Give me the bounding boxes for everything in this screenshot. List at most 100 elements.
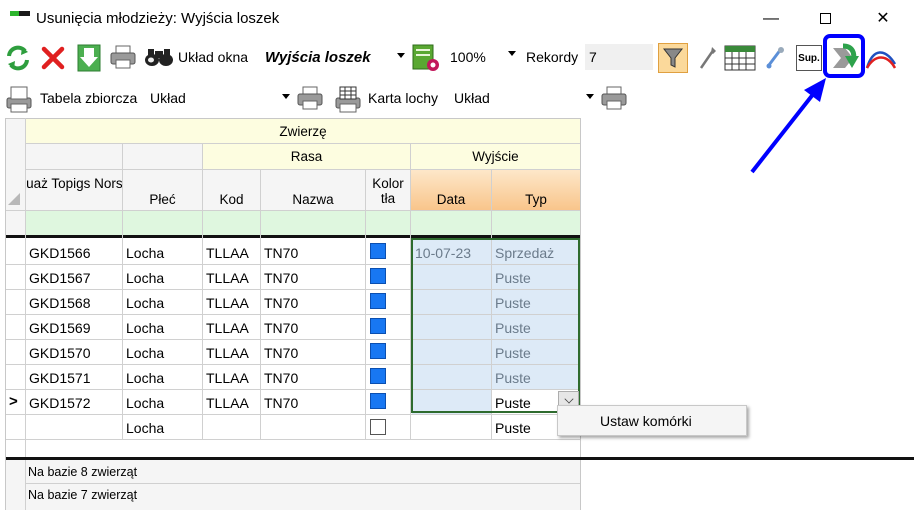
cell-kod[interactable]: TLLAA	[203, 265, 260, 290]
karta-lochy-value: Układ	[454, 90, 490, 106]
tabela-zbiorcza-select[interactable]: Układ	[146, 85, 294, 111]
cell-color-swatch[interactable]	[370, 268, 386, 284]
sup-button[interactable]: Sup.	[796, 45, 822, 71]
cell-kod[interactable]: TLLAA	[203, 390, 260, 415]
cell-nazwa[interactable]: TN70	[261, 340, 365, 365]
footer-summary-1: Na bazie 8 zwierząt	[28, 465, 138, 479]
context-menu-item-label: Ustaw komórki	[600, 412, 692, 429]
context-menu-ustaw-komorki[interactable]: Ustaw komórki	[557, 405, 747, 436]
column-header-plec[interactable]: Płeć	[123, 170, 202, 210]
cell-kod[interactable]: TLLAA	[203, 290, 260, 315]
cell-plec[interactable]: Locha	[123, 290, 202, 315]
title-bar: Usunięcia młodzieży: Wyjścia loszek — ✕	[0, 0, 915, 38]
new-row-plec[interactable]: Locha	[123, 415, 202, 440]
cell-nazwa[interactable]: TN70	[261, 240, 365, 265]
cell-plec[interactable]: Locha	[123, 365, 202, 390]
cell-tatuaz[interactable]: GKD1568	[26, 290, 122, 315]
printer-icon[interactable]	[297, 86, 323, 110]
minimize-button[interactable]: —	[748, 0, 794, 38]
chevron-down-icon	[586, 94, 594, 99]
cell-tatuaz[interactable]: GKD1566	[26, 240, 122, 265]
rekordy-value: 7	[589, 49, 597, 65]
maximize-icon	[819, 13, 831, 25]
app-icon	[10, 11, 30, 16]
chevron-down-icon	[508, 51, 516, 56]
cell-nazwa[interactable]: TN70	[261, 365, 365, 390]
refresh-icon[interactable]	[5, 45, 31, 71]
footer-summary-2: Na bazie 7 zwierząt	[28, 488, 138, 502]
chevron-down-icon	[282, 94, 290, 99]
rekordy-field: 7	[585, 44, 653, 70]
uklad-okna-label: Układ okna	[178, 49, 249, 65]
subgroup-header-rasa: Rasa	[203, 144, 410, 169]
cell-nazwa[interactable]: TN70	[261, 265, 365, 290]
current-row-marker: >	[9, 393, 18, 410]
delete-icon[interactable]	[40, 45, 66, 71]
zoom-select[interactable]: 100%	[446, 44, 520, 70]
selection-frame	[411, 238, 580, 413]
cell-nazwa[interactable]: TN70	[261, 315, 365, 340]
cell-kod[interactable]: TLLAA	[203, 315, 260, 340]
row-header-corner	[6, 119, 25, 237]
chevron-down-icon	[397, 53, 405, 58]
cell-color-swatch[interactable]	[370, 368, 386, 384]
printer-icon[interactable]	[601, 86, 627, 110]
karta-lochy-label: Karta lochy	[368, 90, 439, 106]
subgroup-header-wyjscie: Wyjście	[411, 144, 580, 169]
group-header-zwierze: Zwierzę	[26, 119, 580, 143]
printer-icon[interactable]	[110, 45, 136, 69]
calendar-icon[interactable]	[724, 45, 756, 71]
cell-color-swatch[interactable]	[370, 343, 386, 359]
cell-tatuaz[interactable]: GKD1571	[26, 365, 122, 390]
sort-corner-icon	[8, 193, 20, 205]
column-header-kolor[interactable]: Kolor tła	[366, 170, 410, 210]
rekordy-label: Rekordy	[526, 49, 579, 65]
curve-chart-icon[interactable]	[865, 46, 897, 72]
summary-table-print-icon[interactable]	[4, 84, 34, 114]
column-header-nazwa[interactable]: Nazwa	[261, 170, 365, 210]
cell-color-swatch[interactable]	[370, 393, 386, 409]
cell-tatuaz[interactable]: GKD1569	[26, 315, 122, 340]
column-header-kod[interactable]: Kod	[203, 170, 260, 210]
filter-icon	[662, 48, 684, 68]
cell-nazwa[interactable]: TN70	[261, 290, 365, 315]
new-row-color-checkbox[interactable]	[370, 419, 386, 435]
cell-tatuaz[interactable]: GKD1572	[26, 390, 122, 415]
cell-kod[interactable]: TLLAA	[203, 240, 260, 265]
cell-tatuaz[interactable]: GKD1570	[26, 340, 122, 365]
uklad-okna-select[interactable]: Wyjścia loszek	[261, 44, 409, 70]
close-button[interactable]: ✕	[860, 0, 906, 38]
karta-lochy-select[interactable]: Układ	[450, 85, 598, 111]
filter-button[interactable]	[658, 43, 688, 73]
column-header-data[interactable]: Data	[411, 170, 491, 210]
cell-color-swatch[interactable]	[370, 243, 386, 259]
binoculars-icon[interactable]	[144, 47, 174, 67]
column-header-typ[interactable]: Typ	[492, 170, 580, 210]
tabela-zbiorcza-value: Układ	[150, 90, 186, 106]
cell-plec[interactable]: Locha	[123, 340, 202, 365]
column-header-tatuaz[interactable]: Tatuaż Topigs Norsvin	[26, 170, 122, 210]
sup-label: Sup.	[798, 52, 820, 64]
filter-row[interactable]	[26, 211, 580, 235]
cell-kod[interactable]: TLLAA	[203, 340, 260, 365]
cell-plec[interactable]: Locha	[123, 390, 202, 415]
sow-card-print-icon[interactable]	[333, 84, 363, 114]
wrench-icon[interactable]	[697, 45, 719, 71]
cell-nazwa[interactable]: TN70	[261, 390, 365, 415]
cell-plec[interactable]: Locha	[123, 315, 202, 340]
layout-settings-icon[interactable]	[411, 43, 441, 73]
maximize-button[interactable]	[802, 0, 848, 38]
cell-color-swatch[interactable]	[370, 293, 386, 309]
window-title: Usunięcia młodzieży: Wyjścia loszek	[36, 10, 280, 27]
zoom-value: 100%	[450, 49, 486, 65]
cell-plec[interactable]: Locha	[123, 240, 202, 265]
export-down-icon[interactable]	[77, 44, 101, 72]
cell-plec[interactable]: Locha	[123, 265, 202, 290]
annotation-arrow-icon	[750, 78, 826, 174]
tabela-zbiorcza-label: Tabela zbiorcza	[40, 90, 138, 106]
pipette-icon[interactable]	[764, 45, 786, 71]
cell-color-swatch[interactable]	[370, 318, 386, 334]
cell-tatuaz[interactable]: GKD1567	[26, 265, 122, 290]
uklad-okna-value: Wyjścia loszek	[265, 48, 371, 66]
cell-kod[interactable]: TLLAA	[203, 365, 260, 390]
